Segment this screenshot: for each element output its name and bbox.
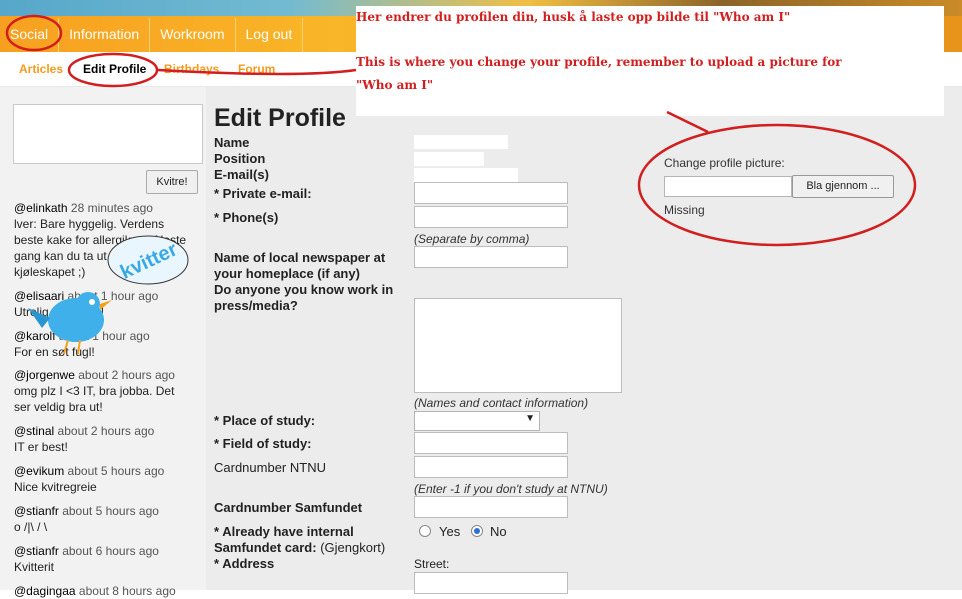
change-picture-label: Change profile picture: bbox=[664, 156, 785, 170]
press-label-1: Do anyone you know work in bbox=[214, 282, 394, 297]
tweet-text: omg plz I <3 IT, bra jobba. Det bbox=[14, 384, 175, 398]
tweet-time: 28 minutes ago bbox=[70, 201, 153, 215]
emails-label: E-mail(s) bbox=[214, 167, 269, 182]
name-value bbox=[414, 135, 508, 149]
chevron-down-icon: ▼ bbox=[525, 413, 535, 424]
picture-status: Missing bbox=[664, 203, 705, 217]
tweet-item: @stianfr about 6 hours ago Kvitterit bbox=[14, 543, 202, 575]
tweet-time: about 6 hours ago bbox=[62, 544, 159, 558]
place-of-study-label: * Place of study: bbox=[214, 413, 316, 428]
subnav-birthdays[interactable]: Birthdays bbox=[164, 62, 219, 76]
tweet-item: @dagingaa about 8 hours ago bbox=[14, 583, 202, 599]
subnav-forum[interactable]: Forum bbox=[238, 62, 275, 76]
nav-log-out[interactable]: Log out bbox=[236, 18, 304, 52]
tweet-text: o /|\ / \ bbox=[14, 520, 48, 534]
tweet-user[interactable]: @stinal bbox=[14, 424, 54, 438]
radio-yes[interactable] bbox=[419, 525, 431, 537]
address-label: * Address bbox=[214, 556, 275, 571]
press-textarea[interactable] bbox=[414, 298, 622, 393]
ntnu-hint: (Enter -1 if you don't study at NTNU) bbox=[414, 482, 608, 496]
kvitter-bird-logo: kvitter bbox=[28, 235, 189, 355]
radio-no[interactable] bbox=[471, 525, 483, 537]
newspaper-label-2: your homeplace (if any) bbox=[214, 266, 360, 281]
internal-card-label-2: Samfundet card: (Gjengkort) bbox=[214, 540, 385, 556]
separate-hint: (Separate by comma) bbox=[414, 232, 530, 246]
field-of-study-label: * Field of study: bbox=[214, 436, 312, 451]
position-value bbox=[414, 152, 484, 166]
callout-text-english: This is where you change your profile, r… bbox=[356, 55, 842, 69]
tweet-text: Nice kvitregreie bbox=[14, 480, 97, 494]
names-hint: (Names and contact information) bbox=[414, 396, 589, 410]
tweet-user[interactable]: @jorgenwe bbox=[14, 368, 75, 382]
internal-card-text: Samfundet card: bbox=[214, 540, 317, 555]
street-input[interactable] bbox=[414, 572, 568, 594]
subnav-edit-profile[interactable]: Edit Profile bbox=[83, 62, 146, 76]
nav-information[interactable]: Information bbox=[59, 18, 151, 52]
radio-no-label: No bbox=[490, 524, 507, 539]
gjengkort-text: (Gjengkort) bbox=[320, 540, 386, 555]
tweet-text: ser veldig bra ut! bbox=[14, 400, 103, 414]
newspaper-label-1: Name of local newspaper at bbox=[214, 250, 386, 265]
page-title: Edit Profile bbox=[214, 104, 346, 132]
tweet-item: @evikum about 5 hours ago Nice kvitregrei… bbox=[14, 463, 202, 495]
tweet-item: @jorgenwe about 2 hours ago omg plz I <3 … bbox=[14, 367, 202, 415]
newspaper-input[interactable] bbox=[414, 246, 568, 268]
card-samfundet-label: Cardnumber Samfundet bbox=[214, 500, 363, 515]
place-of-study-select[interactable]: ▼ bbox=[414, 411, 540, 431]
private-email-label: * Private e-mail: bbox=[214, 186, 312, 201]
tweet-text: Kvitterit bbox=[14, 560, 55, 574]
card-samfundet-input[interactable] bbox=[414, 496, 568, 518]
tweet-time: about 5 hours ago bbox=[67, 464, 165, 478]
card-ntnu-label: Cardnumber NTNU bbox=[214, 460, 326, 475]
tweet-user[interactable]: @stianfr bbox=[14, 544, 59, 558]
name-label: Name bbox=[214, 135, 250, 150]
private-email-input[interactable] bbox=[414, 182, 568, 204]
phone-input[interactable] bbox=[414, 206, 568, 228]
nav-workroom[interactable]: Workroom bbox=[150, 18, 236, 52]
browse-button[interactable]: Bla gjennom ... bbox=[792, 175, 894, 198]
tweet-user[interactable]: @evikum bbox=[14, 464, 64, 478]
radio-yes-label: Yes bbox=[439, 524, 461, 539]
press-label-2: press/media? bbox=[214, 298, 298, 313]
callout-text-english-2: "Who am I" bbox=[356, 78, 434, 92]
phone-label: * Phone(s) bbox=[214, 210, 279, 225]
callout-text-norwegian: Her endrer du profilen din, husk å laste… bbox=[356, 10, 791, 24]
field-of-study-input[interactable] bbox=[414, 432, 568, 454]
tweet-time: about 2 hours ago bbox=[57, 424, 155, 438]
tweet-user[interactable]: @elinkath bbox=[14, 201, 68, 215]
tweet-time: about 8 hours ago bbox=[78, 584, 176, 598]
nav-social[interactable]: Social bbox=[0, 18, 60, 52]
kvitre-textarea[interactable] bbox=[13, 104, 203, 164]
top-nav: Social Information Workroom Log out bbox=[0, 18, 304, 52]
tweet-time: about 5 hours ago bbox=[62, 504, 159, 518]
tweet-item: @stinal about 2 hours ago IT er best! bbox=[14, 423, 202, 455]
street-label: Street: bbox=[414, 557, 450, 571]
kvitre-button[interactable]: Kvitre! bbox=[146, 170, 198, 194]
internal-card-label-1: * Already have internal bbox=[214, 524, 354, 539]
position-label: Position bbox=[214, 151, 266, 166]
tweet-user[interactable]: @stianfr bbox=[14, 504, 59, 518]
subnav-articles[interactable]: Articles bbox=[19, 62, 63, 76]
tweet-time: about 2 hours ago bbox=[78, 368, 175, 382]
card-ntnu-input[interactable] bbox=[414, 456, 568, 478]
tweet-text: IT er best! bbox=[14, 440, 68, 454]
emails-value bbox=[414, 168, 518, 182]
picture-file-input[interactable] bbox=[664, 176, 792, 197]
tweet-item: @stianfr about 5 hours ago o /|\ / \ bbox=[14, 503, 202, 535]
tweet-user[interactable]: @dagingaa bbox=[14, 584, 76, 598]
